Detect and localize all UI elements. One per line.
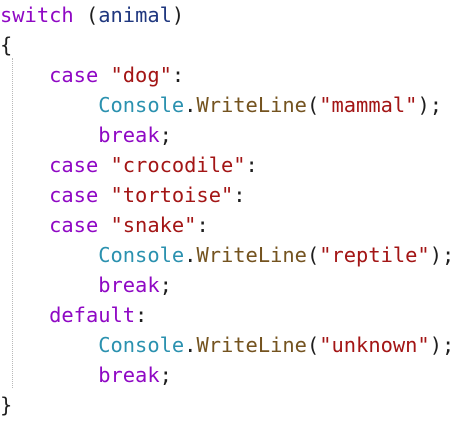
code-line-case-tortoise: case "tortoise":	[0, 180, 246, 210]
close-paren-semicolon: );	[417, 93, 442, 117]
break-keyword: break	[98, 123, 160, 147]
string-literal: "crocodile"	[110, 153, 246, 177]
writeline-method: WriteLine	[196, 93, 307, 117]
open-paren: (	[306, 243, 320, 267]
code-line-break: break;	[0, 120, 172, 150]
code-line-case-crocodile: case "crocodile":	[0, 150, 258, 180]
colon: :	[245, 153, 258, 177]
code-line-writeline-unknown: Console.WriteLine("unknown");	[0, 330, 454, 360]
string-literal: "snake"	[110, 213, 197, 237]
code-line-break: break;	[0, 360, 172, 390]
colon: :	[233, 183, 246, 207]
semicolon: ;	[159, 273, 172, 297]
close-paren-semicolon: );	[429, 333, 455, 357]
semicolon: ;	[159, 363, 172, 387]
string-literal: "dog"	[110, 63, 172, 87]
code-editor[interactable]: switch (animal) { case "dog": Console.Wr…	[0, 0, 475, 423]
console-type: Console	[98, 93, 185, 117]
writeline-method: WriteLine	[196, 243, 307, 267]
writeline-method: WriteLine	[196, 333, 307, 357]
open-brace: {	[0, 33, 13, 57]
case-keyword: case	[49, 183, 99, 207]
case-keyword: case	[49, 153, 99, 177]
code-line-case-snake: case "snake":	[0, 210, 209, 240]
semicolon: ;	[159, 123, 172, 147]
code-line-case-dog: case "dog":	[0, 60, 184, 90]
string-literal: "tortoise"	[110, 183, 234, 207]
colon: :	[171, 63, 185, 87]
colon: :	[196, 213, 209, 237]
dot: .	[184, 243, 197, 267]
string-literal: "reptile"	[319, 243, 430, 267]
close-brace: }	[0, 393, 13, 417]
string-literal: "mammal"	[319, 93, 418, 117]
animal-identifier: animal	[98, 3, 172, 27]
code-line-switch: switch (animal)	[0, 0, 184, 30]
code-line-open-brace: {	[0, 30, 12, 60]
close-paren: )	[171, 3, 185, 27]
case-keyword: case	[49, 63, 99, 87]
console-type: Console	[98, 333, 185, 357]
code-line-writeline-reptile: Console.WriteLine("reptile");	[0, 240, 454, 270]
open-paren: (	[73, 3, 99, 27]
code-line-close-brace: }	[0, 390, 12, 420]
break-keyword: break	[98, 363, 160, 387]
console-type: Console	[98, 243, 185, 267]
close-paren-semicolon: );	[429, 243, 455, 267]
dot: .	[184, 93, 197, 117]
code-line-writeline-mammal: Console.WriteLine("mammal");	[0, 90, 442, 120]
string-literal: "unknown"	[319, 333, 430, 357]
switch-keyword: switch	[0, 3, 74, 27]
default-keyword: default	[49, 303, 136, 327]
code-line-break: break;	[0, 270, 172, 300]
break-keyword: break	[98, 273, 160, 297]
dot: .	[184, 333, 197, 357]
case-keyword: case	[49, 213, 99, 237]
open-paren: (	[306, 93, 320, 117]
open-paren: (	[306, 333, 320, 357]
colon: :	[135, 303, 148, 327]
code-line-default: default:	[0, 300, 147, 330]
